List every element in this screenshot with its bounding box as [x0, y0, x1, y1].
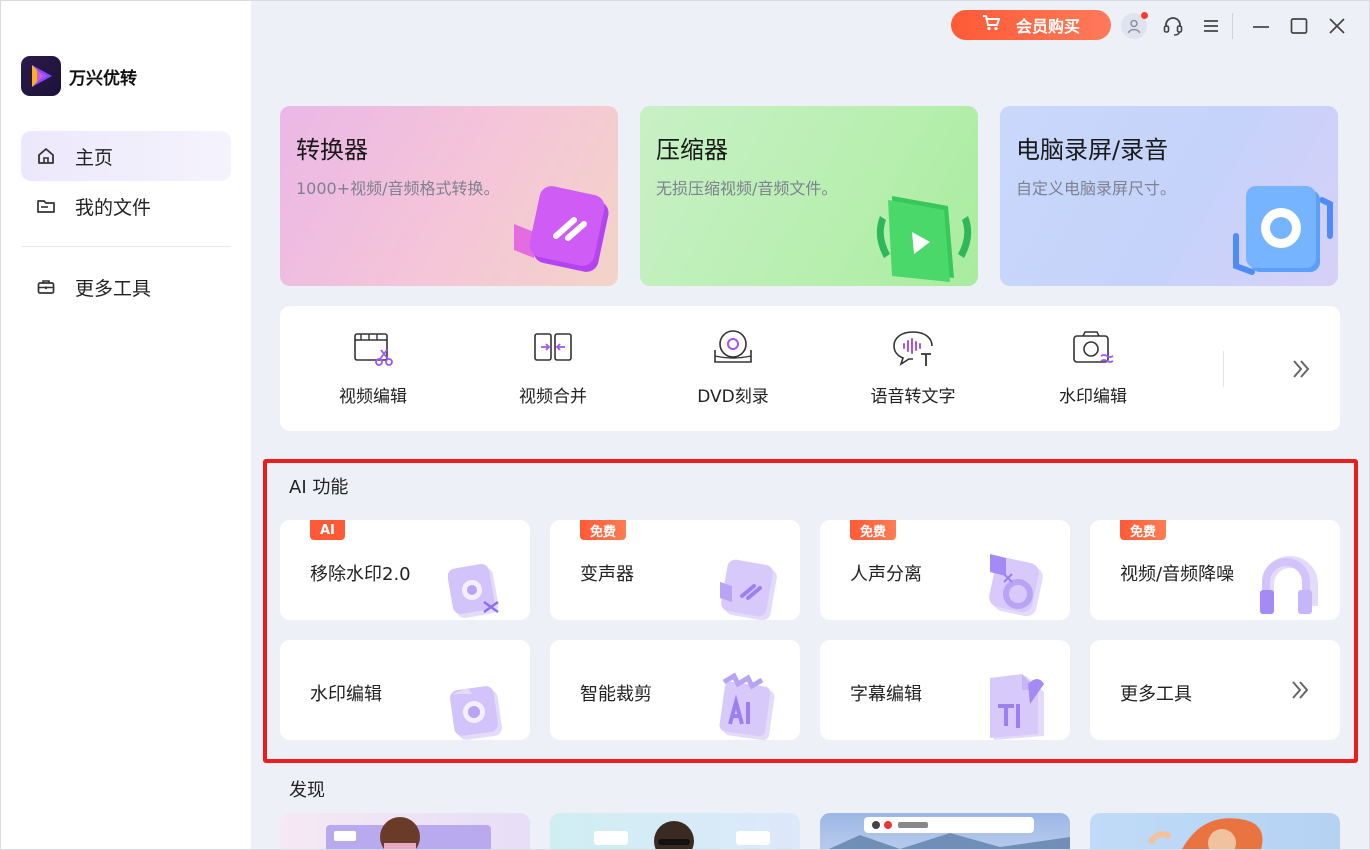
speech-to-text-icon — [893, 331, 933, 366]
maximize-button[interactable] — [1286, 13, 1312, 39]
tools-panel: 视频编辑 视频合并 DVD刻录 语音转文字 水印编辑 — [280, 306, 1340, 431]
discover-thumbnail-icon — [594, 821, 770, 849]
feature-card-compressor[interactable]: 压缩器 无损压缩视频/音频文件。 — [640, 106, 978, 286]
tool-video-merge[interactable]: 视频合并 — [463, 328, 643, 418]
discover-thumbnail-icon — [828, 817, 1070, 849]
folder-icon — [35, 195, 57, 217]
close-icon — [1329, 18, 1345, 34]
sidebar-item-label: 我的文件 — [75, 196, 152, 219]
vip-purchase-button[interactable]: 会员购买 — [951, 10, 1111, 40]
headset-icon — [1163, 17, 1183, 36]
titlebar-separator — [1232, 13, 1233, 39]
tool-label: 水印编辑 — [1059, 387, 1127, 407]
discover-card[interactable] — [820, 813, 1070, 849]
convert-icon — [514, 186, 609, 272]
notification-dot — [1141, 12, 1148, 19]
discover-card[interactable] — [550, 813, 800, 849]
support-button[interactable] — [1160, 13, 1186, 39]
video-edit-icon — [354, 333, 393, 366]
vip-label: 会员购买 — [1015, 17, 1080, 36]
feature-title: 压缩器 — [656, 136, 728, 164]
home-icon — [35, 145, 57, 167]
sidebar-item-more-tools[interactable]: 更多工具 — [21, 262, 231, 312]
tool-dvd-burn[interactable]: DVD刻录 — [643, 328, 823, 418]
sidebar-item-label: 更多工具 — [75, 277, 152, 300]
video-merge-icon — [534, 333, 572, 361]
tool-speech-to-text[interactable]: 语音转文字 — [823, 328, 1003, 418]
sidebar: 万兴优转 主页 我的文件 更多工具 — [1, 1, 251, 849]
app-window: 万兴优转 主页 我的文件 更多工具 会员购买 转换器 1000+视频/音频格式转… — [0, 0, 1370, 850]
cart-icon — [982, 15, 1000, 35]
app-logo: 万兴优转 — [21, 56, 137, 96]
minimize-icon — [1253, 26, 1269, 28]
tool-watermark-edit[interactable]: 水印编辑 — [1003, 328, 1183, 418]
maximize-icon — [1290, 18, 1308, 34]
sidebar-item-home[interactable]: 主页 — [21, 131, 231, 181]
tool-label: 语音转文字 — [870, 387, 956, 407]
discover-thumbnail-icon — [1147, 818, 1263, 849]
feature-card-screen-recorder[interactable]: 电脑录屏/录音 自定义电脑录屏尺寸。 — [1000, 106, 1338, 286]
discover-thumbnail-icon — [326, 817, 491, 849]
tool-video-edit[interactable]: 视频编辑 — [283, 328, 463, 418]
tool-label: DVD刻录 — [697, 387, 769, 407]
tool-label: 视频编辑 — [339, 387, 407, 407]
user-icon — [1127, 19, 1141, 34]
discover-card[interactable] — [1090, 813, 1340, 849]
avatar — [1121, 12, 1148, 39]
minimize-button[interactable] — [1248, 13, 1274, 39]
title-bar: 会员购买 — [251, 1, 1369, 51]
double-chevron-right-icon — [1293, 360, 1310, 378]
watermark-edit-icon — [1073, 331, 1114, 363]
discover-card[interactable] — [280, 813, 530, 849]
account-button[interactable] — [1121, 12, 1148, 39]
sidebar-item-my-files[interactable]: 我的文件 — [21, 181, 231, 231]
feature-card-converter[interactable]: 转换器 1000+视频/音频格式转换。 — [280, 106, 618, 286]
toolbox-icon — [35, 276, 57, 298]
tools-more-button[interactable] — [1288, 356, 1314, 382]
feature-title: 转换器 — [296, 136, 368, 164]
menu-button[interactable] — [1198, 13, 1224, 39]
tools-separator — [1223, 351, 1224, 387]
app-name: 万兴优转 — [69, 68, 137, 89]
close-button[interactable] — [1324, 13, 1350, 39]
menu-icon — [1204, 20, 1218, 32]
feature-title: 电脑录屏/录音 — [1016, 136, 1169, 164]
compress-icon — [876, 196, 972, 282]
dvd-burn-icon — [714, 330, 752, 363]
tool-label: 视频合并 — [519, 387, 587, 407]
sidebar-divider — [21, 246, 231, 247]
record-icon — [1233, 186, 1333, 275]
ai-section-highlight — [263, 459, 1358, 763]
logo-icon — [21, 56, 61, 96]
sidebar-item-label: 主页 — [75, 146, 114, 169]
discover-section-title: 发现 — [289, 780, 325, 801]
